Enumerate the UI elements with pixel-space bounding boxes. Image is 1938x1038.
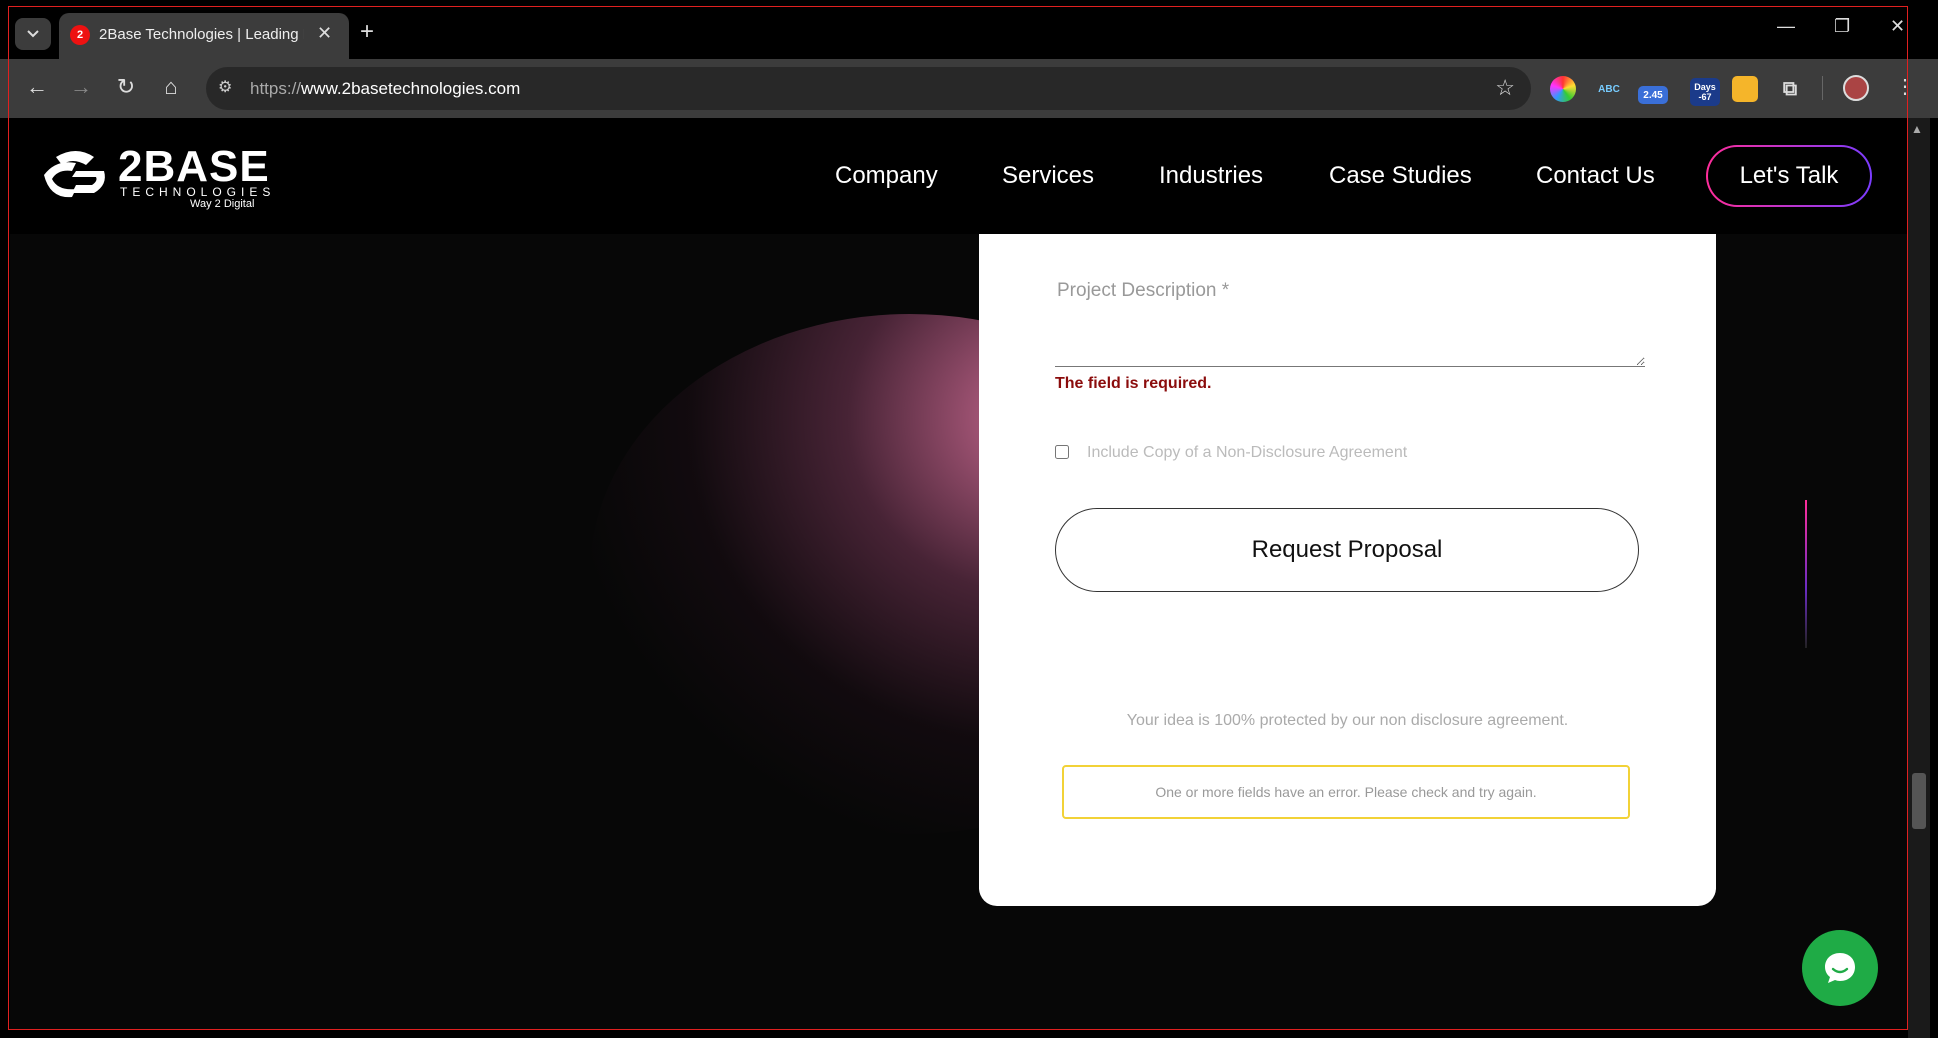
spellcheck-extension-icon[interactable]: ABC [1596, 76, 1622, 102]
nav-case-studies[interactable]: Case Studies [1329, 162, 1472, 190]
notes-extension-icon[interactable] [1732, 76, 1758, 102]
nav-contact-us[interactable]: Contact Us [1536, 162, 1655, 190]
color-picker-extension-icon[interactable] [1550, 76, 1576, 102]
nav-industries[interactable]: Industries [1159, 162, 1263, 190]
logo-mark-icon [44, 151, 105, 198]
site-favicon-icon: 2 [70, 25, 90, 45]
back-icon[interactable]: ← [22, 74, 52, 100]
browser-tab[interactable]: 2 2Base Technologies | Leading D ✕ [59, 13, 349, 59]
days-counter-extension-icon[interactable]: Days -67 [1690, 78, 1720, 106]
extensions-puzzle-icon[interactable]: ⧉ [1777, 76, 1803, 102]
request-proposal-button[interactable]: Request Proposal [1055, 508, 1639, 592]
nav-company[interactable]: Company [835, 162, 938, 190]
lets-talk-label: Let's Talk [1708, 147, 1870, 205]
scrollbar-thumb[interactable] [1912, 773, 1926, 829]
nda-protection-note: Your idea is 100% protected by our non d… [1126, 712, 1569, 729]
nav-services[interactable]: Services [1002, 162, 1094, 190]
new-tab-button[interactable]: + [360, 18, 374, 46]
project-description-label: Project Description * [1057, 280, 1230, 301]
restore-icon[interactable]: ❐ [1834, 16, 1850, 37]
tab-title: 2Base Technologies | Leading D [99, 26, 304, 43]
scroll-up-arrow-icon[interactable]: ▲ [1911, 122, 1923, 136]
address-bar[interactable]: ⚙ https://www.2basetechnologies.com ☆ [206, 67, 1531, 110]
form-error-message: One or more fields have an error. Please… [1062, 765, 1630, 819]
chevron-down-icon [27, 30, 39, 38]
price-extension-icon[interactable]: 2.45 [1638, 86, 1668, 104]
tab-close-icon[interactable]: ✕ [317, 23, 332, 44]
reload-icon[interactable]: ↻ [111, 74, 141, 100]
url-scheme: https:// [250, 79, 302, 98]
logo-tagline: Way 2 Digital [190, 198, 255, 210]
chat-widget-button[interactable] [1802, 930, 1878, 1006]
logo-subtitle: TECHNOLOGIES [120, 185, 276, 199]
profile-avatar[interactable] [1843, 75, 1869, 101]
nda-checkbox-label[interactable]: Include Copy of a Non-Disclosure Agreeme… [1087, 444, 1407, 462]
site-logo[interactable]: 2BASE TECHNOLOGIES Way 2 Digital [42, 145, 270, 210]
url-host: www.2basetechnologies.com [301, 79, 521, 98]
bookmark-star-icon[interactable]: ☆ [1495, 75, 1515, 101]
logo-name: 2BASE [118, 142, 270, 191]
site-settings-icon[interactable]: ⚙ [218, 77, 232, 97]
page-scrollbar[interactable] [1908, 118, 1930, 1038]
home-icon[interactable]: ⌂ [156, 74, 186, 100]
nda-checkbox[interactable] [1055, 445, 1069, 459]
lets-talk-button[interactable]: Let's Talk [1706, 145, 1872, 207]
minimize-icon[interactable]: — [1777, 16, 1795, 37]
chat-bubble-icon [1825, 953, 1855, 983]
toolbar-divider [1822, 76, 1823, 100]
field-required-error: The field is required. [1055, 375, 1212, 392]
url-text: https://www.2basetechnologies.com [250, 79, 520, 99]
close-window-icon[interactable]: ✕ [1890, 16, 1905, 37]
browser-menu-icon[interactable]: ⋮ [1895, 74, 1915, 99]
tab-search-button[interactable] [15, 18, 51, 50]
section-progress-line [1805, 500, 1807, 648]
proposal-form-card: Project Description * The field is requi… [979, 234, 1716, 906]
forward-icon[interactable]: → [66, 74, 96, 100]
project-description-textarea[interactable] [1055, 308, 1645, 367]
